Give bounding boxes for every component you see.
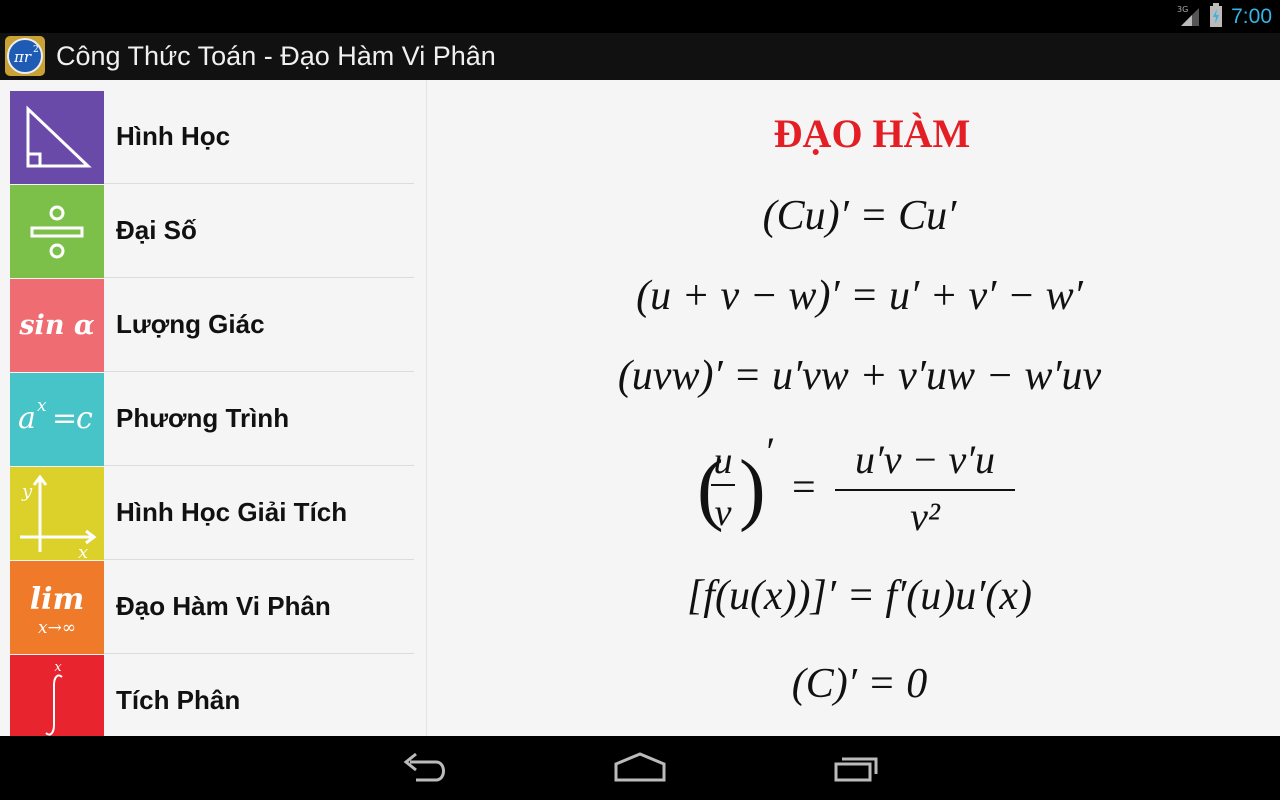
signal-icon: 3G <box>1177 4 1201 30</box>
svg-text:=: = <box>52 401 77 436</box>
navigation-bar <box>0 736 1280 800</box>
formula-product-rule: (uvw)′ = u′vw + v′uw − w′uv <box>617 353 1102 399</box>
sidebar-item-dao-ham-vi-phan[interactable]: lim x→∞ Đạo Hàm Vi Phân <box>10 561 414 654</box>
action-bar: πr 2 Công Thức Toán - Đạo Hàm Vi Phân <box>0 33 1280 80</box>
status-icons: 3G 7:00 <box>1177 3 1272 31</box>
sidebar-item-phuong-trinh[interactable]: a x = c Phương Trình <box>10 373 414 466</box>
sidebar-item-label: Phương Trình <box>116 403 290 433</box>
formula-panel: ĐẠO HÀM (Cu)′ = Cu′ (u + v − w)′ = u′ + … <box>427 80 1280 736</box>
recents-icon[interactable] <box>828 750 888 786</box>
sidebar-item-label: Hình Học Giải Tích <box>116 497 348 527</box>
formula-chain-rule: [f(u(x))]′ = f′(u)u′(x) <box>686 573 1033 619</box>
quotient-numerator: u′v − v′u <box>855 437 995 482</box>
home-icon[interactable] <box>610 750 670 786</box>
svg-text:x→∞: x→∞ <box>38 618 76 638</box>
status-bar: 3G 7:00 <box>0 0 1280 33</box>
sidebar-item-dai-so[interactable]: Đại Số <box>10 185 414 278</box>
back-icon[interactable] <box>394 750 454 786</box>
content-area: Hình Học Đại Số sin α Lượng Giác a x = c… <box>0 80 1280 736</box>
formula-constant-derivative: (C)′ = 0 <box>791 661 928 707</box>
svg-text:=: = <box>792 465 816 511</box>
division-icon <box>10 185 104 278</box>
pi-r-squared-icon[interactable]: πr 2 <box>4 35 46 77</box>
clock: 7:00 <box>1231 5 1272 28</box>
quotient-v: v <box>715 492 732 534</box>
quotient-denominator: v² <box>910 494 941 535</box>
sidebar-item-label: Hình Học <box>116 121 231 151</box>
svg-text:sin α: sin α <box>18 310 94 341</box>
sidebar-item-hinh-hoc[interactable]: Hình Học <box>10 91 414 184</box>
formula-title: ĐẠO HÀM <box>773 111 971 156</box>
svg-text:2: 2 <box>33 45 39 55</box>
sin-alpha-icon: sin α <box>10 279 104 372</box>
sidebar-item-label: Đạo Hàm Vi Phân <box>116 591 331 621</box>
sidebar-item-hinh-hoc-giai-tich[interactable]: y x Hình Học Giải Tích <box>10 467 414 560</box>
svg-text:′: ′ <box>764 435 774 474</box>
sidebar: Hình Học Đại Số sin α Lượng Giác a x = c… <box>0 80 414 736</box>
svg-text:x: x <box>37 396 47 416</box>
quotient-u: u <box>714 440 733 482</box>
limit-icon: lim x→∞ <box>10 561 104 654</box>
svg-text:x: x <box>78 542 88 560</box>
app-title: Công Thức Toán - Đạo Hàm Vi Phân <box>56 41 496 71</box>
exponent-equation-icon: a x = c <box>10 373 104 466</box>
triangle-icon <box>10 91 104 184</box>
sidebar-item-luong-giac[interactable]: sin α Lượng Giác <box>10 279 414 372</box>
svg-text:y: y <box>21 481 33 502</box>
sidebar-item-tich-phan[interactable]: x x Tích Phân <box>10 655 414 736</box>
formula-sum-rule: (u + v − w)′ = u′ + v′ − w′ <box>636 273 1083 319</box>
svg-text:lim: lim <box>30 582 85 617</box>
svg-text:x: x <box>54 660 62 675</box>
formula-quotient-rule: ( u v ) ′ = u′v − v′u v² <box>427 429 1280 539</box>
svg-text:): ) <box>739 445 766 533</box>
network-type-label: 3G <box>1177 5 1188 14</box>
xy-axes-icon: y x <box>10 467 104 560</box>
formula-constant-multiple: (Cu)′ = Cu′ <box>762 193 957 239</box>
svg-text:πr: πr <box>13 48 32 66</box>
sidebar-item-label: Tích Phân <box>116 685 241 715</box>
svg-text:a: a <box>18 401 36 436</box>
integral-icon: x x <box>10 655 104 736</box>
sidebar-item-label: Lượng Giác <box>116 309 265 339</box>
battery-charging-icon <box>1209 3 1223 31</box>
svg-text:c: c <box>76 401 93 436</box>
sidebar-item-label: Đại Số <box>116 215 197 245</box>
